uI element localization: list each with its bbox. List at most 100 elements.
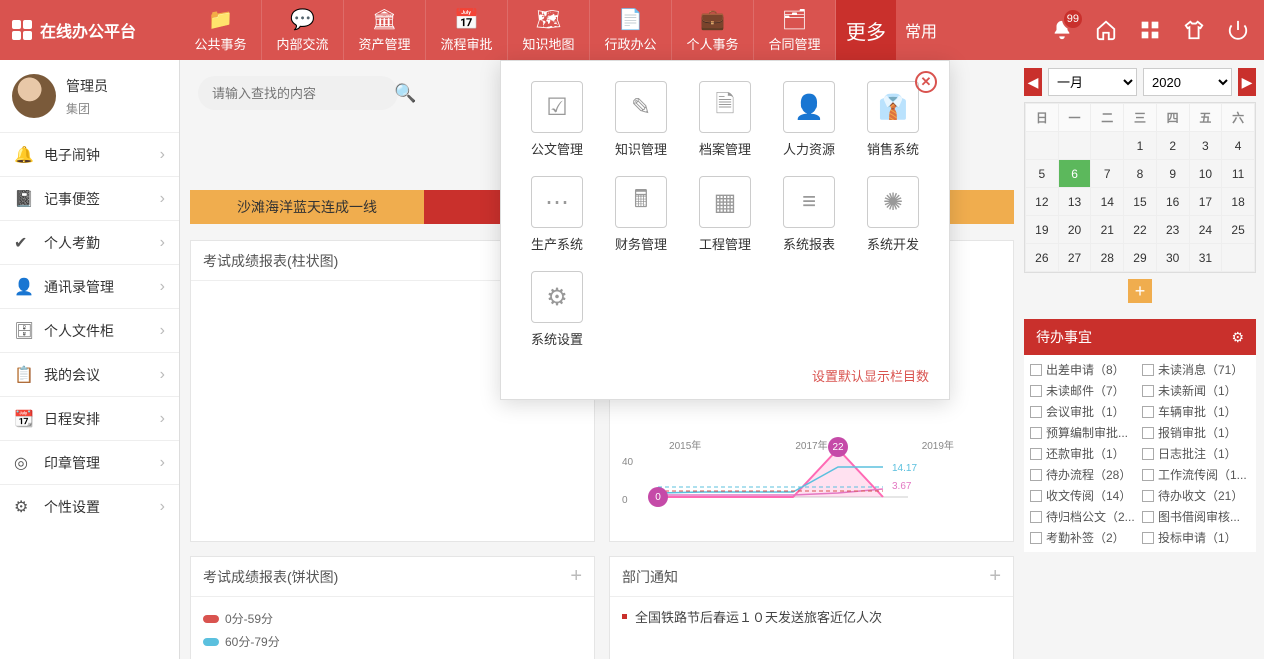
todo-item[interactable]: 未读消息（71） (1142, 361, 1250, 378)
dropdown-item[interactable]: ▦工程管理 (689, 176, 761, 253)
dropdown-item[interactable]: ☑公文管理 (521, 81, 593, 158)
calendar-day[interactable]: 26 (1026, 244, 1059, 272)
todo-item[interactable]: 收文传阅（14） (1030, 487, 1138, 504)
shirt-icon[interactable] (1174, 10, 1214, 50)
calendar-day[interactable]: 4 (1222, 132, 1255, 160)
calendar-day[interactable]: 7 (1091, 160, 1124, 188)
calendar-day[interactable]: 6 (1058, 160, 1091, 188)
todo-item[interactable]: 报销审批（1） (1142, 424, 1250, 441)
nav-item[interactable]: 📄行政办公 (590, 0, 672, 60)
todo-item[interactable]: 待办流程（28） (1030, 466, 1138, 483)
calendar-day[interactable]: 5 (1026, 160, 1059, 188)
todo-item[interactable]: 预算编制审批... (1030, 424, 1138, 441)
todo-item[interactable]: 待归档公文（2... (1030, 508, 1138, 525)
bell-icon[interactable]: 99 (1042, 10, 1082, 50)
notice-item[interactable]: 全国铁路节后春运１０天发送旅客近亿人次 (622, 607, 1001, 626)
panel-add-icon[interactable]: + (989, 565, 1001, 588)
checkbox-icon (1142, 532, 1154, 544)
calendar-day[interactable]: 3 (1189, 132, 1222, 160)
sidebar-item[interactable]: ◎印章管理› (0, 440, 179, 484)
todo-item[interactable]: 会议审批（1） (1030, 403, 1138, 420)
power-icon[interactable] (1218, 10, 1258, 50)
dropdown-item[interactable]: ✺系统开发 (857, 176, 929, 253)
calendar-day[interactable]: 11 (1222, 160, 1255, 188)
calendar-day[interactable]: 18 (1222, 188, 1255, 216)
sidebar-item[interactable]: 🔔电子闹钟› (0, 132, 179, 176)
calendar-add-button[interactable]: + (1128, 279, 1152, 303)
calendar-day[interactable]: 28 (1091, 244, 1124, 272)
todo-item[interactable]: 考勤补签（2） (1030, 529, 1138, 546)
sidebar-item[interactable]: 📓记事便签› (0, 176, 179, 220)
panel-add-icon[interactable]: + (570, 565, 582, 588)
calendar-day[interactable]: 10 (1189, 160, 1222, 188)
nav-item[interactable]: 💼个人事务 (672, 0, 754, 60)
dropdown-item[interactable]: ≡系统报表 (773, 176, 845, 253)
cal-next[interactable]: ▶ (1238, 68, 1256, 96)
nav-item[interactable]: 💬内部交流 (262, 0, 344, 60)
calendar-day[interactable]: 22 (1124, 216, 1157, 244)
sidebar-item[interactable]: 👤通讯录管理› (0, 264, 179, 308)
home-icon[interactable] (1086, 10, 1126, 50)
calendar-day[interactable]: 19 (1026, 216, 1059, 244)
calendar-day[interactable]: 12 (1026, 188, 1059, 216)
nav-item[interactable]: 📁公共事务 (180, 0, 262, 60)
sidebar-item[interactable]: 🗄个人文件柜› (0, 308, 179, 352)
dropdown-item[interactable]: ⋯生产系统 (521, 176, 593, 253)
calendar-day[interactable]: 29 (1124, 244, 1157, 272)
calendar-day[interactable]: 23 (1156, 216, 1189, 244)
nav-item[interactable]: 📅流程审批 (426, 0, 508, 60)
panel-pie-title: 考试成绩报表(饼状图) (203, 567, 338, 587)
calendar-day[interactable]: 2 (1156, 132, 1189, 160)
calendar-day[interactable]: 1 (1124, 132, 1157, 160)
todo-item[interactable]: 还款审批（1） (1030, 445, 1138, 462)
todo-item[interactable]: 未读新闻（1） (1142, 382, 1250, 399)
sidebar-item[interactable]: 📆日程安排› (0, 396, 179, 440)
search-input[interactable] (212, 86, 388, 101)
calendar-day[interactable]: 21 (1091, 216, 1124, 244)
dropdown-item[interactable]: 👤人力资源 (773, 81, 845, 158)
month-select[interactable]: 一月 (1048, 68, 1137, 96)
search-icon[interactable]: 🔍 (394, 83, 416, 104)
nav-item[interactable]: 🏛资产管理 (344, 0, 426, 60)
calendar-day[interactable]: 15 (1124, 188, 1157, 216)
calendar-day[interactable]: 25 (1222, 216, 1255, 244)
grid-icon[interactable] (1130, 10, 1170, 50)
todo-item[interactable]: 未读邮件（7） (1030, 382, 1138, 399)
frequent-button[interactable]: 常用 (896, 0, 946, 60)
dropdown-item[interactable]: ⚙系统设置 (521, 271, 593, 348)
todo-item[interactable]: 车辆审批（1） (1142, 403, 1250, 420)
sidebar-item[interactable]: ⚙个性设置› (0, 484, 179, 528)
dropdown-item[interactable]: ✎知识管理 (605, 81, 677, 158)
year-select[interactable]: 2020 (1143, 68, 1232, 96)
nav-item[interactable]: 🗺知识地图 (508, 0, 590, 60)
todo-item[interactable]: 工作流传阅（1... (1142, 466, 1250, 483)
calendar-day[interactable]: 16 (1156, 188, 1189, 216)
gear-icon[interactable]: ⚙ (1231, 329, 1244, 346)
todo-item[interactable]: 待办收文（21） (1142, 487, 1250, 504)
sidebar-item[interactable]: 📋我的会议› (0, 352, 179, 396)
todo-item[interactable]: 投标申请（1） (1142, 529, 1250, 546)
dropdown-item[interactable]: 🗎档案管理 (689, 81, 761, 158)
sidebar-item[interactable]: ✔个人考勤› (0, 220, 179, 264)
calendar-day[interactable]: 24 (1189, 216, 1222, 244)
calendar-day[interactable]: 30 (1156, 244, 1189, 272)
todo-item[interactable]: 日志批注（1） (1142, 445, 1250, 462)
dropdown-footer-link[interactable]: 设置默认显示栏目数 (521, 366, 929, 385)
dropdown-item[interactable]: 👔销售系统 (857, 81, 929, 158)
calendar-day[interactable]: 9 (1156, 160, 1189, 188)
calendar-day[interactable]: 17 (1189, 188, 1222, 216)
nav-item[interactable]: 🗂合同管理 (754, 0, 836, 60)
calendar-day[interactable]: 20 (1058, 216, 1091, 244)
calendar-day[interactable]: 27 (1058, 244, 1091, 272)
calendar-day[interactable]: 14 (1091, 188, 1124, 216)
calendar-day[interactable]: 8 (1124, 160, 1157, 188)
todo-item[interactable]: 出差申请（8） (1030, 361, 1138, 378)
calendar-day[interactable]: 13 (1058, 188, 1091, 216)
search-box[interactable]: 🔍 (198, 76, 398, 110)
close-icon[interactable]: ✕ (915, 71, 937, 93)
calendar-day[interactable]: 31 (1189, 244, 1222, 272)
cal-prev[interactable]: ◀ (1024, 68, 1042, 96)
more-button[interactable]: 更多 (836, 0, 896, 60)
todo-item[interactable]: 图书借阅审核... (1142, 508, 1250, 525)
dropdown-item[interactable]: 🖩财务管理 (605, 176, 677, 253)
